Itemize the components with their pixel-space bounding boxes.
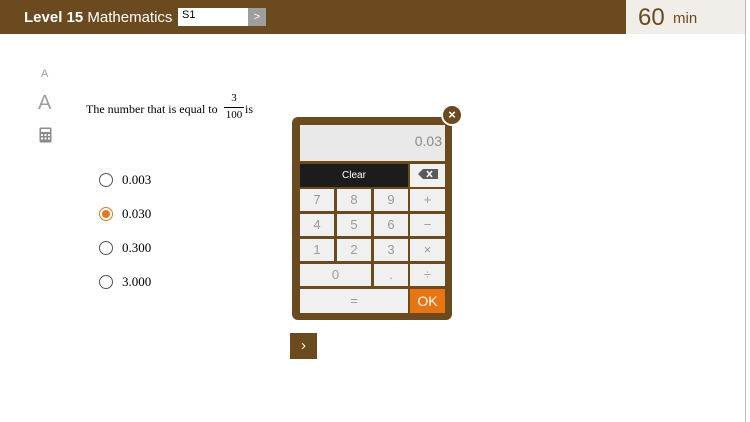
key-7[interactable]: 7 — [300, 189, 334, 211]
option-label: 0.300 — [122, 240, 152, 255]
key-6[interactable]: 6 — [374, 214, 408, 236]
fraction-denominator: 100 — [225, 109, 243, 121]
key-3[interactable]: 3 — [374, 239, 408, 261]
question-prefix: The number that is equal to — [86, 102, 218, 116]
font-decrease-icon[interactable]: A — [41, 68, 48, 80]
key-4[interactable]: 4 — [300, 214, 334, 236]
timer: 60 min — [626, 0, 745, 34]
option-label: 0.030 — [122, 206, 152, 221]
key-decimal[interactable]: . — [374, 264, 408, 286]
radio-button[interactable] — [99, 275, 113, 289]
section-select[interactable]: S1 > — [178, 8, 266, 26]
question-suffix: is — [245, 102, 254, 116]
key-equals[interactable]: = — [300, 289, 408, 313]
subject-label: Mathematics — [87, 9, 173, 26]
next-button[interactable]: › — [290, 333, 317, 359]
calculator-icon[interactable] — [39, 127, 52, 143]
top-bar: Level 15 Mathematics S1 > 60 min — [0, 0, 745, 34]
key-0[interactable]: 0 — [300, 264, 371, 286]
timer-unit: min — [673, 10, 698, 27]
right-divider — [745, 0, 750, 422]
key-9[interactable]: 9 — [374, 189, 408, 211]
close-icon[interactable]: × — [441, 104, 463, 126]
radio-button-selected[interactable] — [99, 207, 113, 221]
clear-button[interactable]: Clear — [300, 164, 408, 187]
radio-button[interactable] — [99, 241, 113, 255]
key-minus[interactable]: − — [410, 214, 445, 236]
ok-button[interactable]: OK — [410, 289, 445, 313]
calculator-display: 0.03 — [300, 125, 445, 161]
key-8[interactable]: 8 — [337, 189, 371, 211]
key-times[interactable]: × — [410, 239, 445, 261]
fraction: 3 100 — [224, 92, 244, 122]
radio-button[interactable] — [99, 173, 113, 187]
chevron-right-icon[interactable]: > — [248, 8, 266, 26]
display-value: 0.03 — [414, 133, 442, 149]
key-5[interactable]: 5 — [337, 214, 371, 236]
key-2[interactable]: 2 — [337, 239, 371, 261]
option-label: 3.000 — [122, 274, 152, 289]
font-increase-icon[interactable]: A — [38, 92, 51, 115]
key-divide[interactable]: ÷ — [410, 264, 445, 286]
test-title: Level 15 Mathematics — [24, 9, 172, 26]
option-label: 0.003 — [122, 172, 152, 187]
level-label: Level 15 — [24, 9, 84, 26]
backspace-button[interactable] — [410, 164, 445, 187]
key-plus[interactable]: + — [410, 189, 445, 211]
key-1[interactable]: 1 — [300, 239, 334, 261]
section-select-value: S1 — [182, 9, 196, 21]
timer-value: 60 — [638, 4, 665, 31]
backspace-icon — [418, 169, 438, 179]
fraction-numerator: 3 — [231, 92, 237, 104]
